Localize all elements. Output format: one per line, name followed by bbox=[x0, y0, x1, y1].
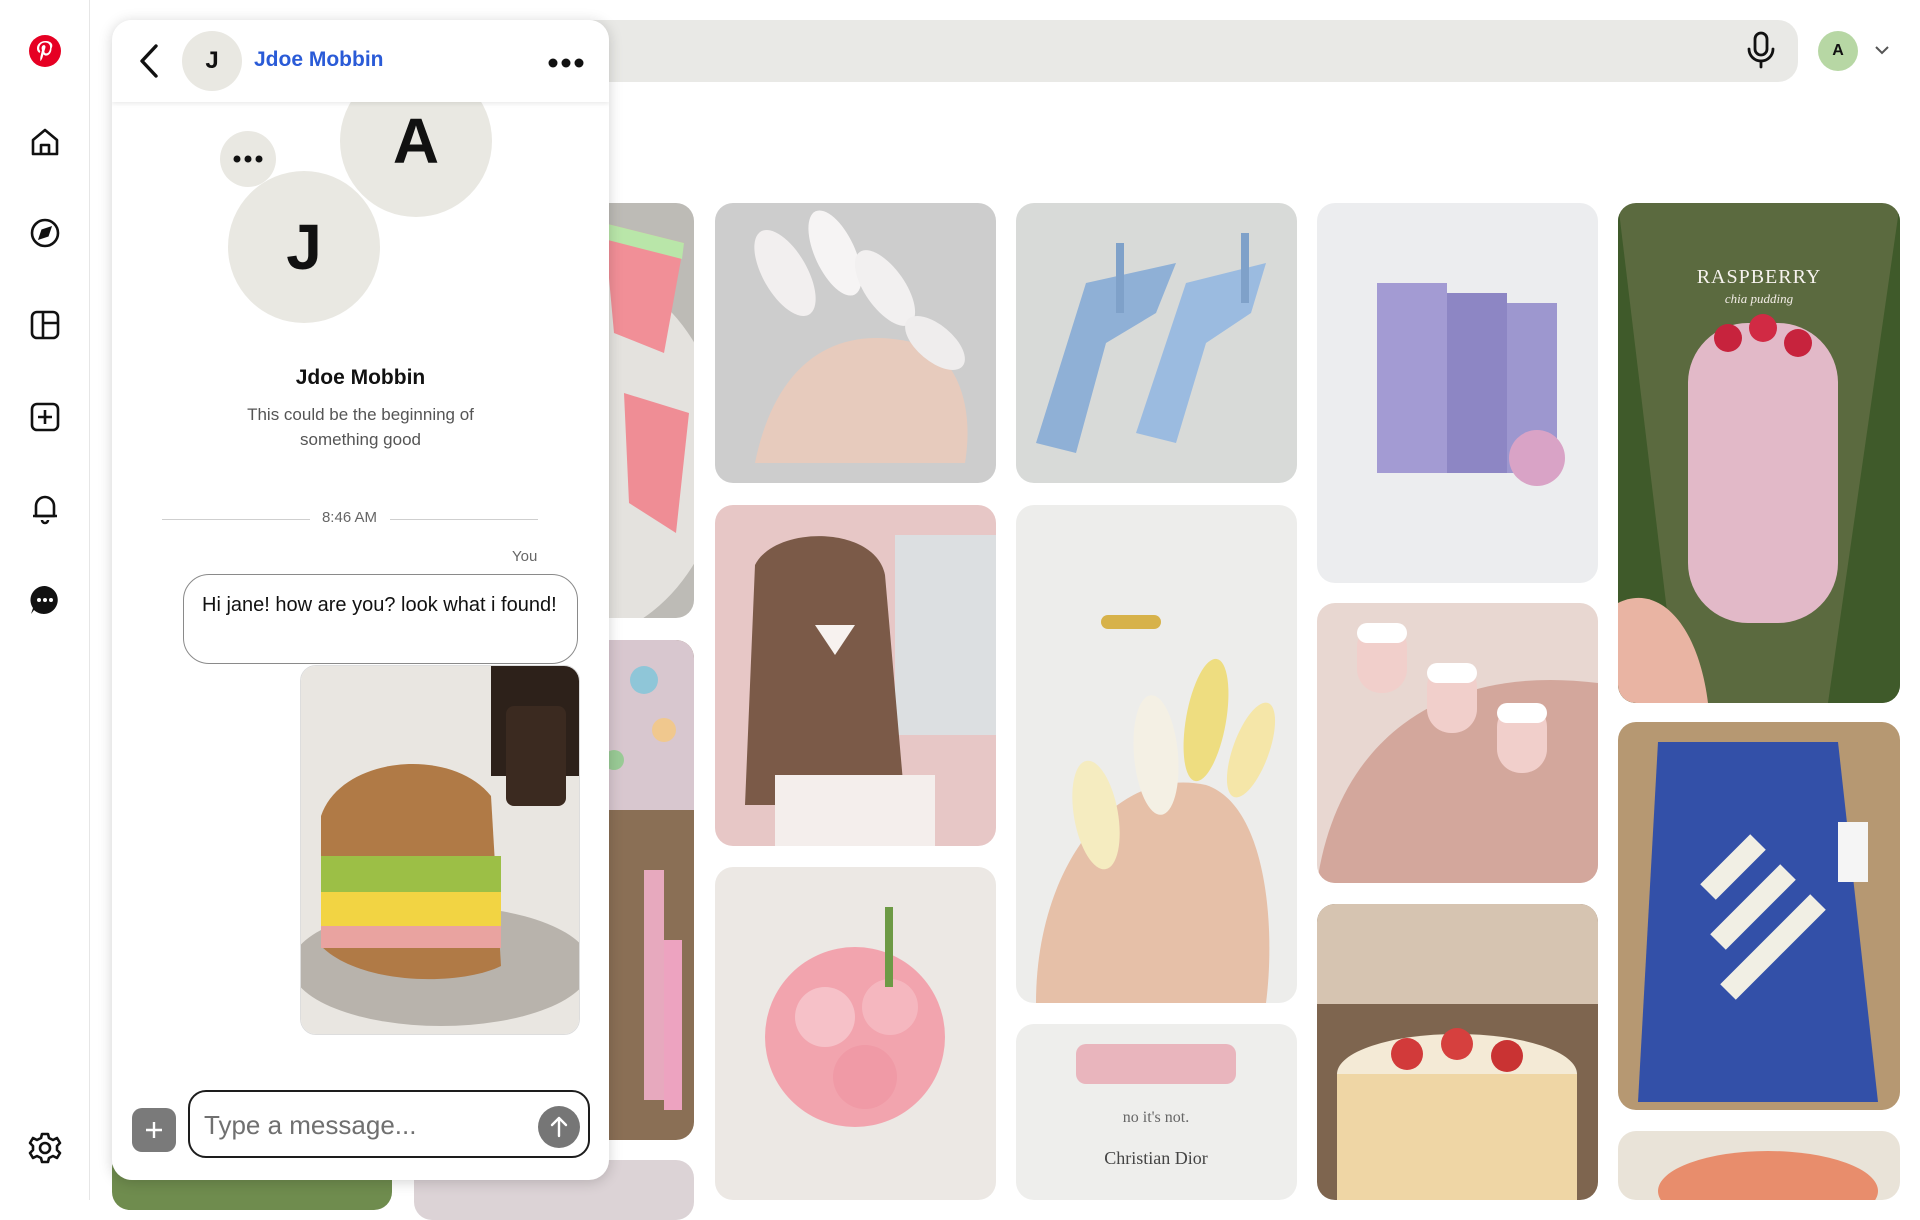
contact-avatar-initial: J bbox=[205, 47, 219, 74]
create-icon[interactable] bbox=[25, 397, 65, 437]
pin-yellow-nails[interactable] bbox=[1016, 505, 1297, 1003]
pin-blue-heels[interactable] bbox=[1016, 203, 1297, 483]
participant-avatar-j: J bbox=[228, 171, 380, 323]
settings-icon[interactable] bbox=[25, 1128, 65, 1168]
send-button[interactable] bbox=[538, 1106, 580, 1148]
pin-raspberry-title: RASPBERRY bbox=[1697, 266, 1822, 288]
chat-header: J Jdoe Mobbin bbox=[112, 20, 609, 102]
pin-raspberry-pudding[interactable]: RASPBERRY chia pudding bbox=[1618, 203, 1900, 703]
more-options-icon[interactable] bbox=[548, 56, 584, 68]
participant-j-initial: J bbox=[286, 211, 322, 283]
message-timestamp: 8:46 AM bbox=[321, 509, 378, 526]
search-bar[interactable] bbox=[560, 20, 1798, 82]
pin-raspberry-subtitle: chia pudding bbox=[1725, 291, 1794, 306]
pin-dior-bag[interactable]: no it's not. Christian Dior bbox=[1016, 1024, 1297, 1200]
message-bubble: Hi jane! how are you? look what i found! bbox=[183, 574, 578, 664]
intro-subtitle: This could be the beginning of something… bbox=[247, 405, 474, 449]
add-attachment-button[interactable] bbox=[132, 1108, 176, 1152]
participant-a-initial: A bbox=[392, 105, 440, 177]
messages-icon[interactable] bbox=[25, 580, 65, 620]
back-arrow-icon[interactable] bbox=[134, 42, 166, 80]
sender-label: You bbox=[512, 548, 538, 565]
user-avatar-initial: A bbox=[1832, 42, 1844, 59]
pin-salmon-toast[interactable] bbox=[1618, 1131, 1900, 1200]
pin-dior-brand-text: Christian Dior bbox=[1104, 1148, 1208, 1168]
notifications-icon[interactable] bbox=[25, 488, 65, 528]
boards-icon[interactable] bbox=[25, 305, 65, 345]
pin-book-set[interactable] bbox=[1317, 203, 1598, 583]
pin-french-nails[interactable] bbox=[1317, 603, 1598, 883]
home-icon[interactable] bbox=[25, 122, 65, 162]
microphone-icon[interactable] bbox=[1744, 30, 1778, 70]
message-input-box[interactable] bbox=[188, 1090, 590, 1158]
ellipsis-icon bbox=[220, 131, 276, 187]
send-arrow-icon bbox=[550, 1116, 568, 1138]
pin-dior-overlay-text: no it's not. bbox=[1123, 1109, 1189, 1126]
pin-strawberry-cake[interactable] bbox=[1317, 904, 1598, 1200]
message-input[interactable] bbox=[204, 1106, 514, 1144]
contact-avatar[interactable]: J bbox=[182, 31, 242, 91]
pinterest-logo-icon[interactable] bbox=[25, 31, 65, 71]
intro-contact-name: Jdoe Mobbin bbox=[295, 366, 426, 389]
pin-chrome-nails[interactable] bbox=[715, 203, 996, 483]
chat-panel: J Jdoe Mobbin A J Jdoe Mobbin This could… bbox=[112, 20, 609, 1180]
user-avatar[interactable]: A bbox=[1818, 31, 1858, 71]
pin-braided-hair[interactable] bbox=[715, 505, 996, 846]
shared-pin-image[interactable] bbox=[300, 665, 580, 1035]
pin-pink-bouquet[interactable] bbox=[715, 867, 996, 1200]
pin-adidas-spezial[interactable] bbox=[1618, 722, 1900, 1110]
explore-icon[interactable] bbox=[25, 213, 65, 253]
divider-right bbox=[390, 519, 538, 520]
contact-name[interactable]: Jdoe Mobbin bbox=[254, 48, 384, 72]
chevron-down-icon[interactable] bbox=[1872, 40, 1892, 60]
left-nav-rail bbox=[0, 0, 90, 1200]
